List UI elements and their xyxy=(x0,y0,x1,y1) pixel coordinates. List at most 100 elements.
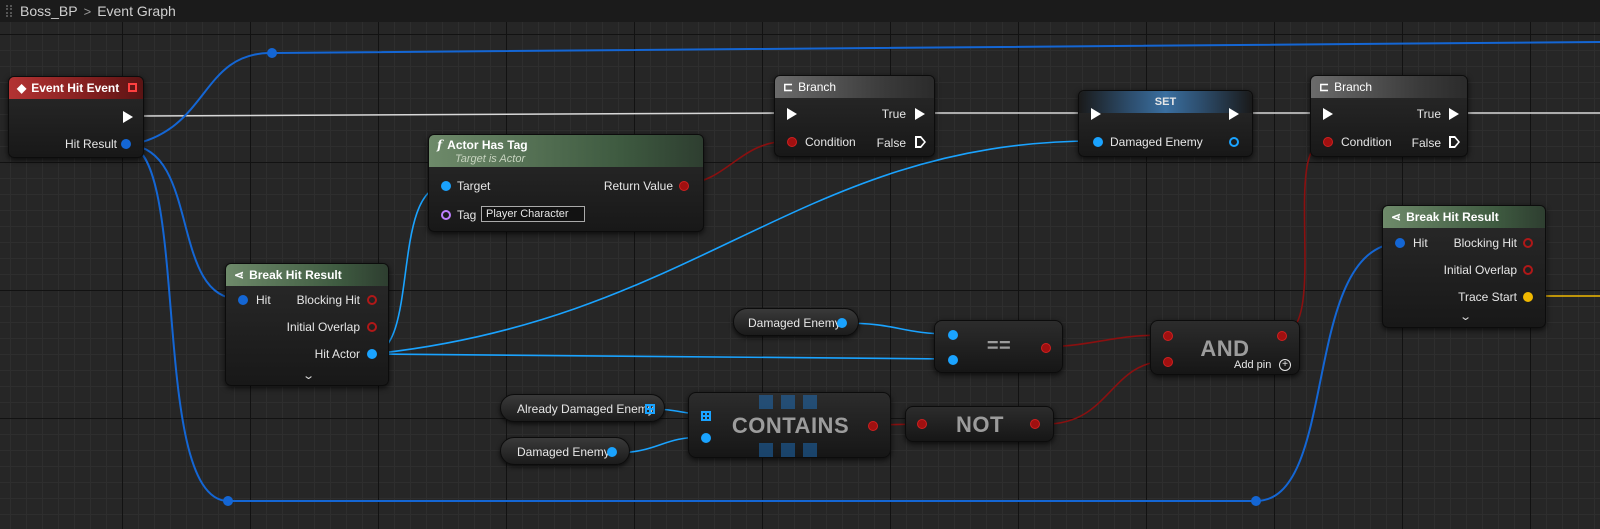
exec-out-pin[interactable] xyxy=(123,111,133,123)
event-diamond-icon: ◆ xyxy=(17,81,27,95)
pin-label-hit: Hit xyxy=(256,293,271,307)
not-node[interactable]: NOT xyxy=(905,406,1054,442)
set-node-header: SET xyxy=(1079,91,1252,113)
damaged-enemy-getter-2[interactable]: Damaged Enemy xyxy=(500,437,630,465)
wire-reroute-dot xyxy=(223,496,233,506)
and-to-condition-wire xyxy=(1281,140,1327,336)
hit-in-pin[interactable] xyxy=(1395,238,1405,248)
damaged-enemy-out-pin[interactable] xyxy=(837,318,847,328)
pin-label-return-value: Return Value xyxy=(603,179,673,193)
blocking-hit-pin[interactable] xyxy=(367,295,377,305)
add-pin-label[interactable]: Add pin xyxy=(1234,359,1271,371)
node-header: ⊏ Branch xyxy=(775,76,934,98)
node-title: Break Hit Result xyxy=(249,268,342,282)
exec-in-pin[interactable] xyxy=(787,108,797,120)
node-title: Actor Has Tag xyxy=(447,138,528,152)
hit-in-pin[interactable] xyxy=(238,295,248,305)
tag-input[interactable]: Player Character xyxy=(481,206,585,222)
equals-b-pin[interactable] xyxy=(948,355,958,365)
exec-true-pin[interactable] xyxy=(1449,108,1459,120)
and-a-pin[interactable] xyxy=(1163,331,1173,341)
return-value-pin[interactable] xyxy=(679,181,689,191)
target-pin[interactable] xyxy=(441,181,451,191)
exec-false-pin[interactable] xyxy=(1449,136,1460,148)
and-node[interactable]: AND Add pin + xyxy=(1150,320,1300,375)
tag-pin[interactable] xyxy=(441,210,451,220)
add-circle-icon[interactable]: + xyxy=(1279,359,1291,371)
pin-label-tag: Tag xyxy=(457,208,477,222)
wire-reroute-dot xyxy=(267,48,277,58)
equals-label: == xyxy=(986,335,1012,357)
pin-label-condition: Condition xyxy=(805,135,856,149)
pin-label-false: False xyxy=(1411,136,1441,150)
pin-label-false: False xyxy=(876,136,906,150)
equals-out-pin[interactable] xyxy=(1041,343,1051,353)
actor-has-tag-node[interactable]: f Actor Has Tag Target is Actor Target R… xyxy=(428,134,704,232)
branch-node-2[interactable]: ⊏ Branch True Condition False xyxy=(1310,75,1468,157)
break-hit-result-node-1[interactable]: ⋖ Break Hit Result Hit Blocking Hit Init… xyxy=(225,263,389,386)
exec-in-pin[interactable] xyxy=(1323,108,1333,120)
contains-label: CONTAINS xyxy=(731,413,850,438)
not-in-pin[interactable] xyxy=(917,419,927,429)
var-label: Damaged Enemy xyxy=(748,316,841,330)
damaged-enemy-out-pin[interactable] xyxy=(607,447,617,457)
item-pin[interactable] xyxy=(701,433,711,443)
trace-start-pin[interactable] xyxy=(1523,292,1533,302)
pin-label-hit-result: Hit Result xyxy=(64,137,117,151)
condition-pin[interactable] xyxy=(1323,137,1333,147)
break-hit-result-node-2[interactable]: ⋖ Break Hit Result Hit Blocking Hit Init… xyxy=(1382,205,1546,328)
breadcrumb-root[interactable]: Boss_BP xyxy=(16,3,82,19)
blocking-hit-pin[interactable] xyxy=(1523,238,1533,248)
equals-to-and-wire xyxy=(1045,334,1167,348)
chevron-down-icon[interactable]: ⌄ xyxy=(302,369,315,382)
pin-label-damaged-enemy: Damaged Enemy xyxy=(1110,135,1203,149)
node-header: ⋖ Break Hit Result xyxy=(1383,206,1545,228)
condition-pin[interactable] xyxy=(787,137,797,147)
not-out-pin[interactable] xyxy=(1030,419,1040,429)
node-header: ⋖ Break Hit Result xyxy=(226,264,388,286)
contains-node[interactable]: CONTAINS xyxy=(688,392,891,458)
array-grid-icon[interactable] xyxy=(701,411,711,421)
exec-out-pin[interactable] xyxy=(1229,108,1239,120)
var-label: Damaged Enemy xyxy=(517,445,610,459)
exec-in-pin[interactable] xyxy=(1091,108,1101,120)
chevron-down-icon[interactable]: ⌄ xyxy=(1459,310,1472,323)
damaged-enemy-getter-1[interactable]: Damaged Enemy xyxy=(733,308,859,336)
pin-label-true: True xyxy=(1416,107,1441,121)
contains-out-pin[interactable] xyxy=(868,421,878,431)
pin-label-initial-overlap: Initial Overlap xyxy=(1443,263,1517,277)
and-out-pin[interactable] xyxy=(1277,331,1287,341)
damaged-enemy-out-pin[interactable] xyxy=(1229,137,1239,147)
initial-overlap-pin[interactable] xyxy=(367,322,377,332)
pin-label-hit: Hit xyxy=(1413,236,1428,250)
hit-result-pin[interactable] xyxy=(121,139,131,149)
already-damaged-enemy-getter[interactable]: Already Damaged Enemy xyxy=(500,394,665,422)
exec-true-pin[interactable] xyxy=(915,108,925,120)
event-hit-event-node[interactable]: ◆ Event Hit Event Hit Result xyxy=(8,76,144,158)
node-title: Branch xyxy=(1334,80,1373,94)
and-b-pin[interactable] xyxy=(1163,357,1173,367)
pin-label-hit-actor: Hit Actor xyxy=(314,347,360,361)
node-header: ⊏ Branch xyxy=(1311,76,1467,98)
wire-reroute-dot xyxy=(1251,496,1261,506)
branch-node-1[interactable]: ⊏ Branch True Condition False xyxy=(774,75,935,157)
set-variable-node[interactable]: SET Damaged Enemy xyxy=(1078,90,1253,157)
exec-false-pin[interactable] xyxy=(915,136,926,148)
not-label: NOT xyxy=(956,412,1004,437)
branch-icon: ⊏ xyxy=(783,80,794,94)
exec-wire xyxy=(139,112,781,117)
equals-a-pin[interactable] xyxy=(948,330,958,340)
breadcrumb-separator: > xyxy=(83,3,92,19)
array-grid-icon[interactable] xyxy=(645,404,655,414)
pin-label-target: Target xyxy=(457,179,491,193)
initial-overlap-pin[interactable] xyxy=(1523,265,1533,275)
node-title: Break Hit Result xyxy=(1406,210,1499,224)
pin-label-initial-overlap: Initial Overlap xyxy=(286,320,360,334)
break-struct-icon: ⋖ xyxy=(234,268,245,282)
hit-actor-pin[interactable] xyxy=(367,349,377,359)
pin-label-trace-start: Trace Start xyxy=(1458,290,1517,304)
var-label: Already Damaged Enemy xyxy=(517,402,654,416)
equals-node[interactable]: == xyxy=(934,320,1063,373)
breadcrumb-current[interactable]: Event Graph xyxy=(93,3,180,19)
damaged-enemy-in-pin[interactable] xyxy=(1093,137,1103,147)
